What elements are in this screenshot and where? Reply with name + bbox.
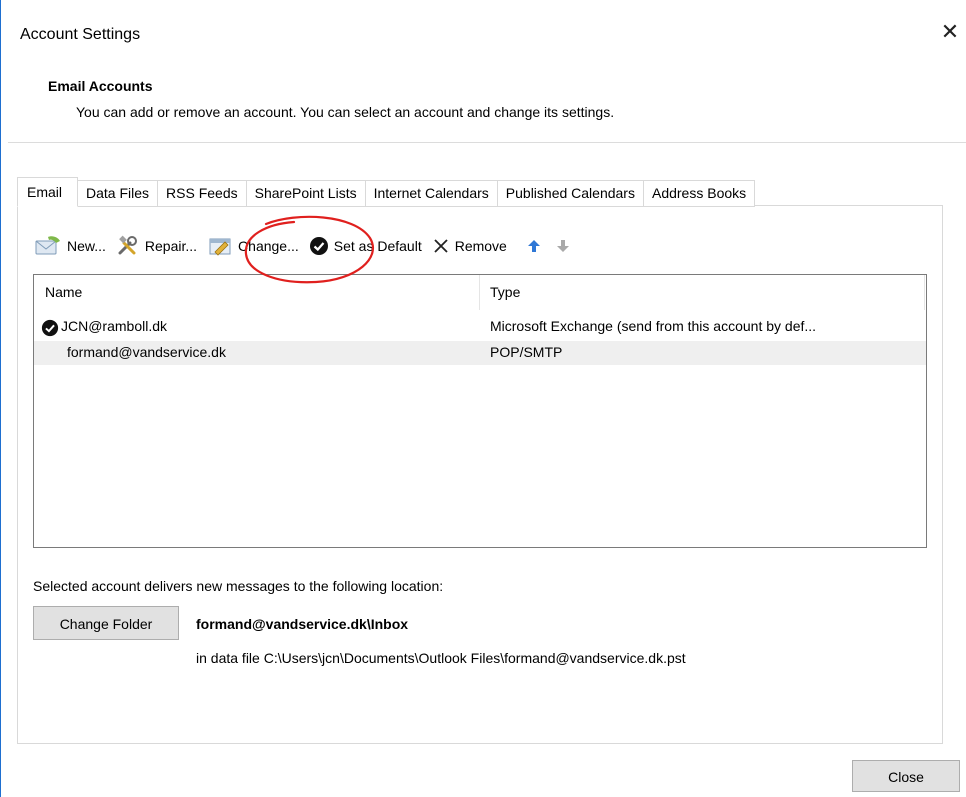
- repair-button-label: Repair...: [144, 238, 198, 254]
- column-separator: [924, 275, 925, 310]
- repair-tools-icon: [118, 235, 137, 255]
- tab-address-books[interactable]: Address Books: [643, 180, 756, 207]
- account-name: formand@vandservice.dk: [67, 344, 226, 360]
- tab-strip: Email Data Files RSS Feeds SharePoint Li…: [17, 177, 756, 207]
- move-up-button[interactable]: [527, 233, 546, 259]
- section-description: You can add or remove an account. You ca…: [76, 104, 615, 120]
- tab-data-files[interactable]: Data Files: [78, 180, 159, 207]
- default-account-check-icon: [41, 319, 59, 337]
- table-row[interactable]: JCN@ramboll.dk Microsoft Exchange (send …: [34, 315, 926, 339]
- toolbar: New... Repair... Change... Set as Defaul…: [34, 232, 585, 260]
- column-header-type[interactable]: Type: [490, 284, 520, 300]
- change-button[interactable]: Change...: [207, 233, 299, 259]
- change-account-icon: [209, 238, 231, 256]
- change-folder-button[interactable]: Change Folder: [33, 606, 179, 640]
- set-as-default-label: Set as Default: [333, 238, 422, 254]
- new-account-icon: [35, 236, 60, 255]
- account-type: POP/SMTP: [490, 344, 563, 360]
- new-button[interactable]: New...: [34, 233, 106, 259]
- new-button-label: New...: [67, 238, 106, 254]
- tab-rss-feeds[interactable]: RSS Feeds: [158, 180, 247, 207]
- remove-button[interactable]: Remove: [432, 233, 507, 259]
- tab-internet-calendars[interactable]: Internet Calendars: [365, 180, 498, 207]
- arrow-up-icon: [527, 240, 540, 252]
- section-title: Email Accounts: [48, 78, 153, 94]
- tab-sharepoint-lists[interactable]: SharePoint Lists: [246, 180, 366, 207]
- tab-published-calendars[interactable]: Published Calendars: [497, 180, 644, 207]
- window-border: [0, 0, 1, 797]
- delivery-folder-path: formand@vandservice.dk\Inbox: [196, 616, 409, 632]
- accounts-list[interactable]: Name Type JCN@ramboll.dk Microsoft Excha…: [33, 274, 927, 548]
- column-separator: [479, 275, 480, 310]
- column-header-name[interactable]: Name: [45, 284, 82, 300]
- checkmark-circle-icon: [309, 237, 328, 255]
- set-as-default-button[interactable]: Set as Default: [309, 233, 422, 259]
- tab-email[interactable]: Email: [17, 177, 79, 207]
- header-divider: [8, 142, 966, 143]
- delivery-location-label: Selected account delivers new messages t…: [33, 578, 444, 594]
- data-file-path: in data file C:\Users\jcn\Documents\Outl…: [196, 650, 686, 666]
- table-row[interactable]: formand@vandservice.dk POP/SMTP: [34, 341, 926, 365]
- repair-button[interactable]: Repair...: [116, 233, 197, 259]
- account-type: Microsoft Exchange (send from this accou…: [490, 318, 817, 334]
- remove-button-label: Remove: [454, 238, 507, 254]
- window-title: Account Settings: [20, 26, 141, 43]
- move-down-button[interactable]: [556, 233, 575, 259]
- close-icon[interactable]: ✕: [938, 20, 962, 44]
- close-button[interactable]: Close: [852, 760, 960, 792]
- remove-x-icon: [434, 239, 448, 253]
- account-name: JCN@ramboll.dk: [61, 318, 168, 334]
- change-button-label: Change...: [238, 238, 299, 254]
- arrow-down-icon: [556, 240, 569, 252]
